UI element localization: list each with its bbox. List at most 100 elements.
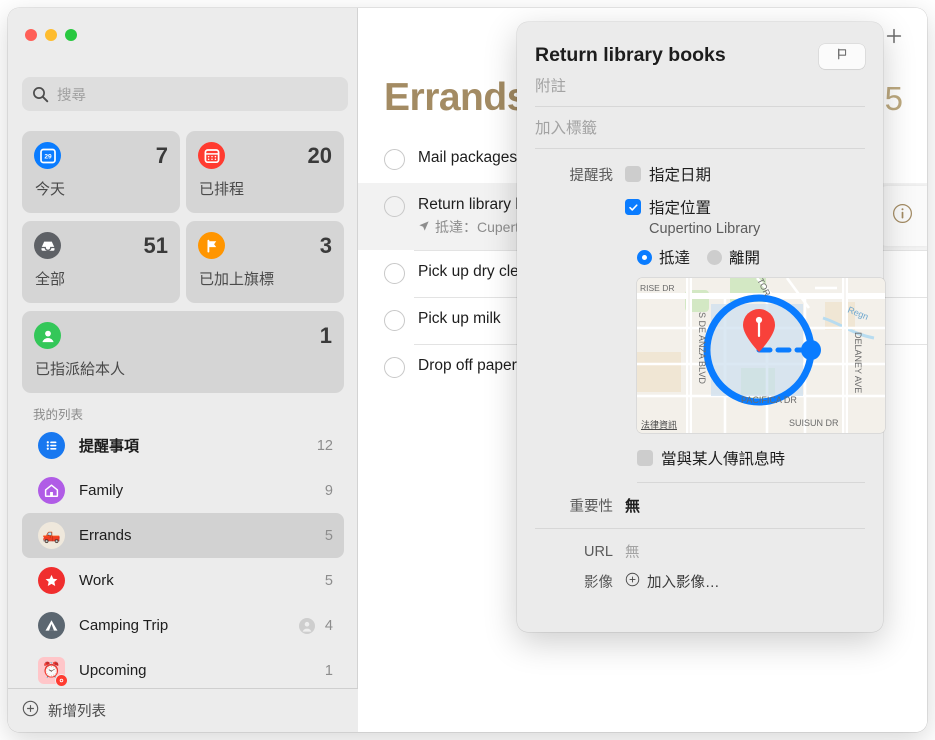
- popover-header: Return library books: [535, 22, 865, 69]
- sidebar-item-camping-trip[interactable]: Camping Trip 4: [22, 603, 344, 648]
- remind-me-label: 提醒我: [569, 167, 614, 184]
- smart-card-count: 7: [155, 143, 168, 168]
- sidebar-item-count: 12: [316, 437, 333, 454]
- url-label: URL: [583, 543, 613, 560]
- image-label: 影像: [584, 575, 613, 591]
- pickup-truck-emoji: 🛻: [42, 527, 61, 544]
- popover-title: Return library books: [535, 44, 726, 66]
- complete-toggle-circle[interactable]: [384, 310, 405, 331]
- smart-card-label: 今天: [35, 181, 66, 198]
- sidebar-item-errands[interactable]: 🛻 Errands 5: [22, 513, 344, 558]
- svg-text:RISE DR: RISE DR: [640, 283, 674, 293]
- tray-icon: [34, 232, 61, 259]
- smart-card-count: 3: [319, 233, 332, 258]
- location-checkbox[interactable]: [625, 199, 641, 215]
- complete-toggle-circle[interactable]: [384, 263, 405, 284]
- smart-card-scheduled[interactable]: 20 已排程: [186, 131, 344, 213]
- sidebar-item-work[interactable]: Work 5: [22, 558, 344, 603]
- url-value: 無: [625, 545, 640, 561]
- search-field[interactable]: 搜尋: [22, 77, 348, 111]
- sidebar-item-label: 提醒事項: [79, 438, 140, 455]
- arriving-radio-label: 抵達: [659, 250, 691, 267]
- priority-row[interactable]: 重要性 無: [535, 483, 865, 529]
- sidebar-item-reminders[interactable]: 提醒事項 12: [22, 423, 344, 468]
- image-row[interactable]: 影像 加入影像…: [535, 562, 865, 592]
- sidebar-item-count: 5: [324, 572, 333, 589]
- sidebar-item-family[interactable]: Family 9: [22, 468, 344, 513]
- list-bullet-icon: [38, 432, 65, 459]
- plus-circle-icon: [625, 572, 640, 592]
- add-list-button[interactable]: 新增列表: [8, 688, 358, 732]
- house-icon: [38, 477, 65, 504]
- sidebar: 搜尋 29 7 今天 20 已排程 51 全部 3 已加上旗標 1 已指派給本人…: [8, 8, 358, 732]
- arriving-radio[interactable]: [637, 249, 652, 265]
- sidebar-item-count: 5: [324, 527, 333, 544]
- remind-location-row: 指定位置: [535, 196, 865, 218]
- info-circle-icon: [892, 203, 913, 229]
- smart-card-label: 全部: [35, 271, 66, 288]
- flag-outline-icon: [834, 46, 850, 67]
- message-checkbox-label: 當與某人傳訊息時: [661, 451, 786, 468]
- date-checkbox[interactable]: [625, 166, 641, 182]
- smart-card-label: 已加上旗標: [199, 271, 275, 288]
- flag-toggle-button[interactable]: [819, 44, 865, 69]
- flag-icon: [198, 232, 225, 259]
- smart-card-flagged[interactable]: 3 已加上旗標: [186, 221, 344, 303]
- svg-text:S DE ANZA BLVD: S DE ANZA BLVD: [697, 312, 707, 384]
- sidebar-item-label: Family: [79, 482, 124, 499]
- sidebar-item-count: 1: [324, 662, 333, 679]
- svg-text:PACIFICA DR: PACIFICA DR: [741, 395, 797, 405]
- sidebar-item-count: 9: [324, 482, 333, 499]
- alarm-clock-icon: ⏰: [38, 657, 68, 687]
- add-image-label: 加入影像…: [647, 575, 720, 591]
- reminders-window: 搜尋 29 7 今天 20 已排程 51 全部 3 已加上旗標 1 已指派給本人…: [8, 8, 927, 732]
- smart-card-all[interactable]: 51 全部: [22, 221, 180, 303]
- location-name[interactable]: Cupertino Library: [649, 221, 865, 237]
- svg-text:SUISUN DR: SUISUN DR: [789, 418, 839, 428]
- complete-toggle-circle[interactable]: [384, 149, 405, 170]
- leaving-radio[interactable]: [707, 249, 723, 265]
- calendar-today-icon: 29: [34, 142, 61, 169]
- complete-toggle-circle[interactable]: [384, 357, 405, 378]
- shared-list-icon: [298, 617, 315, 634]
- complete-toggle-circle[interactable]: [384, 196, 405, 217]
- pickup-truck-icon: 🛻: [38, 522, 65, 549]
- notes-field[interactable]: 附註: [535, 69, 865, 107]
- sidebar-item-upcoming[interactable]: ⏰ Upcoming 1: [22, 648, 344, 693]
- my-lists-header: 我的列表: [33, 408, 84, 422]
- smart-list-cards: 29 7 今天 20 已排程 51 全部 3 已加上旗標 1 已指派給本人: [22, 131, 344, 393]
- user-lists: 提醒事項 12 Family 9 🛻 Errands 5 Work 5 Camp…: [22, 423, 344, 693]
- location-map[interactable]: RISE DR PACIFICA DR SUISUN DR S DE ANZA …: [637, 278, 885, 433]
- remind-me-section: 提醒我 指定日期 指定位置 Cupertino Library 抵達 離開 RI…: [535, 149, 885, 483]
- map-legal-link[interactable]: 法律資訊: [641, 418, 677, 431]
- sidebar-item-label: Work: [79, 572, 114, 589]
- zoom-window-button[interactable]: [65, 29, 77, 41]
- smart-card-today[interactable]: 29 7 今天: [22, 131, 180, 213]
- location-checkbox-label: 指定位置: [649, 200, 712, 217]
- remind-date-row: 提醒我 指定日期: [535, 163, 865, 185]
- message-checkbox[interactable]: [637, 450, 653, 466]
- date-checkbox-label: 指定日期: [649, 167, 712, 184]
- reminder-title: Mail packages: [418, 149, 518, 166]
- svg-text:29: 29: [44, 153, 52, 160]
- page-count: 5: [884, 80, 903, 117]
- smart-card-assigned[interactable]: 1 已指派給本人: [22, 311, 344, 393]
- url-row[interactable]: URL 無: [535, 529, 865, 562]
- add-reminder-button[interactable]: [884, 26, 904, 46]
- sidebar-item-count: 4: [324, 617, 333, 634]
- smart-card-count: 51: [143, 233, 168, 258]
- sidebar-item-label: Camping Trip: [79, 617, 169, 634]
- smart-card-count: 20: [307, 143, 332, 168]
- radio-dot: [642, 254, 647, 260]
- tags-field[interactable]: 加入標籤: [535, 107, 865, 149]
- priority-label: 重要性: [569, 499, 614, 515]
- smart-list-badge: [55, 674, 68, 687]
- sidebar-item-label: Upcoming: [79, 662, 147, 679]
- reminder-title: Pick up milk: [418, 310, 501, 327]
- priority-value: 無: [625, 498, 641, 515]
- reminder-info-button[interactable]: [877, 186, 927, 246]
- minimize-window-button[interactable]: [45, 29, 57, 41]
- plus-circle-icon: [22, 700, 39, 722]
- close-window-button[interactable]: [25, 29, 37, 41]
- star-icon: [38, 567, 65, 594]
